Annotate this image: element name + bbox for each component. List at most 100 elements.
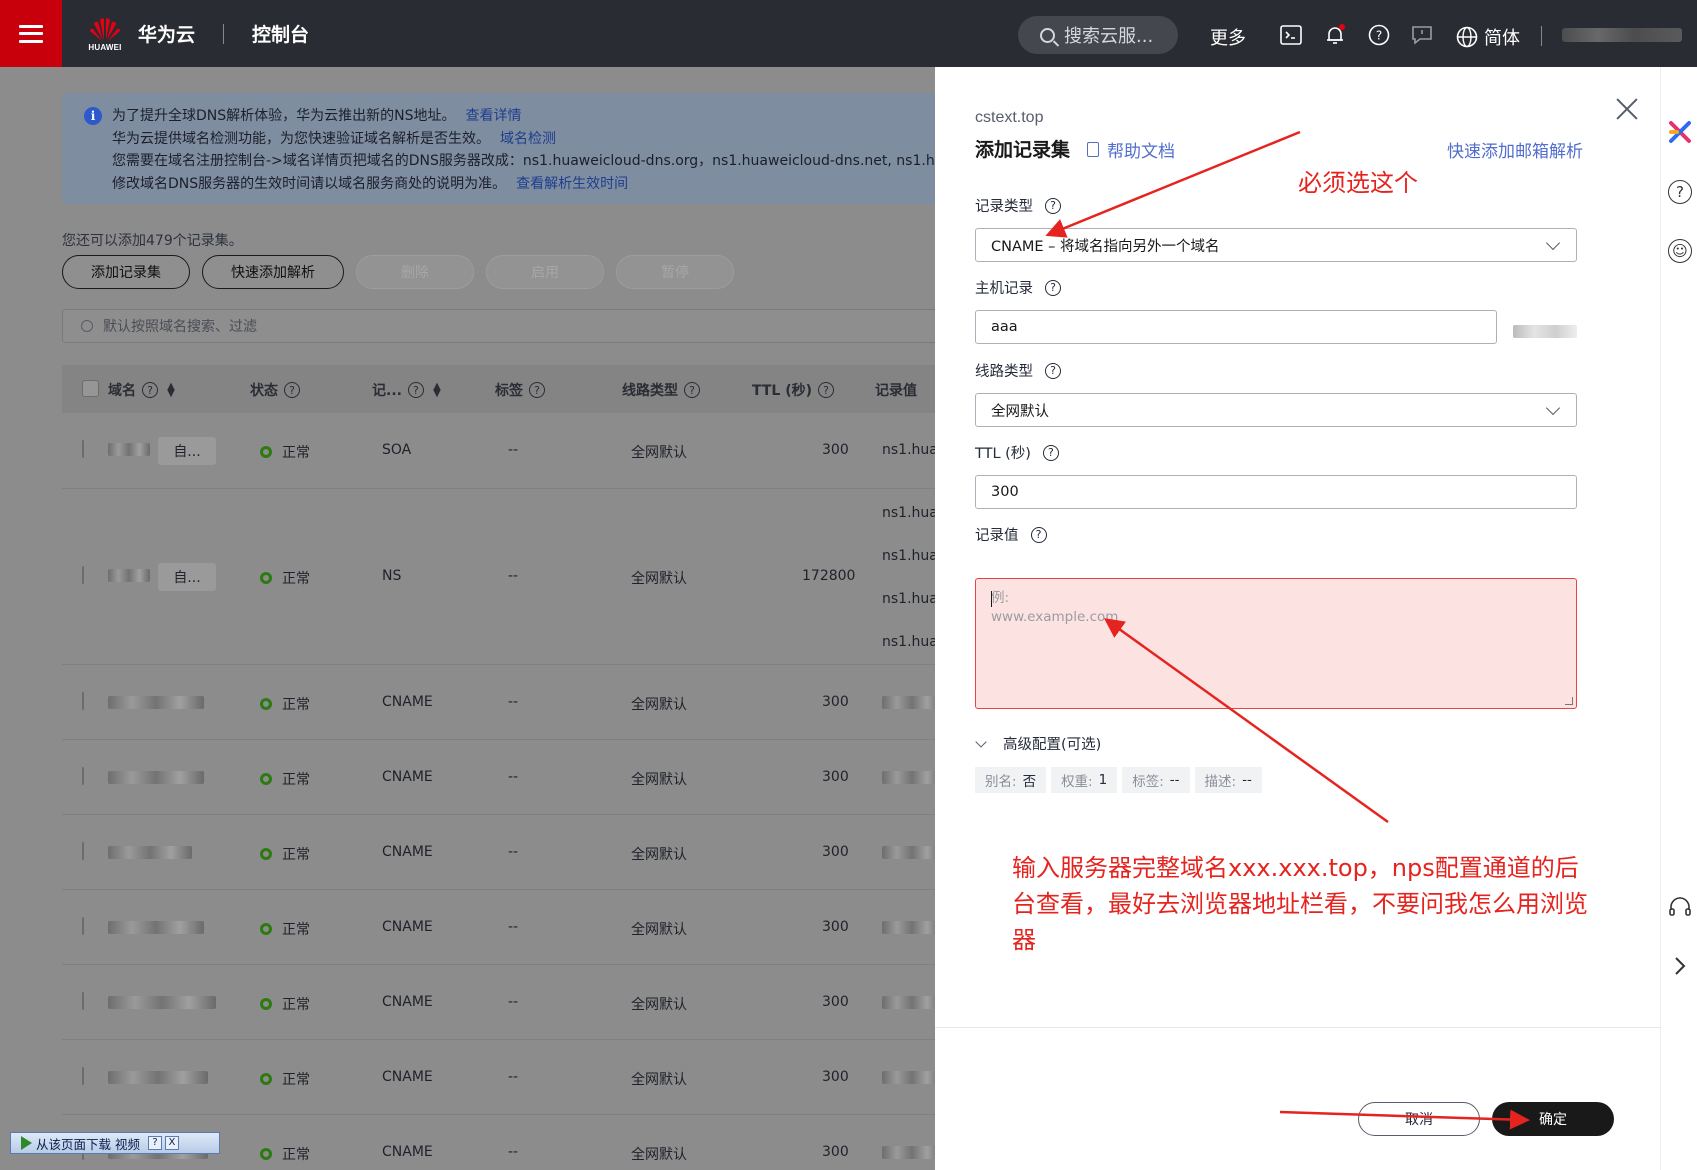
video-download-bar[interactable]: 从该页面下载 视频 ? X [10, 1132, 220, 1154]
chevron-right-icon[interactable] [1673, 955, 1687, 977]
row-checkbox[interactable] [82, 692, 84, 710]
tag-chip: 标签: -- [1122, 767, 1190, 793]
sort-icon[interactable]: ▲ ▼ [432, 382, 442, 399]
record-search-placeholder: 默认按照域名搜索、过滤 [103, 319, 257, 335]
placeholder-line-1: 例: [991, 590, 1010, 606]
logo-text: HUAWEI [88, 42, 122, 52]
top-nav-bar: HUAWEI 华为云 控制台 搜索云服... 更多 ? 简体 [0, 0, 1697, 67]
select-all-checkbox[interactable] [82, 380, 99, 397]
add-record-set-button[interactable]: 添加记录集 [62, 255, 190, 289]
row-checkbox[interactable] [82, 566, 84, 584]
quick-add-mail-link[interactable]: 快速添加邮箱解析 [1447, 137, 1583, 162]
download-help-icon[interactable]: ? [147, 1136, 162, 1150]
table-row[interactable]: 正常 CNAME -- 全网默认 300 [62, 965, 935, 1040]
pause-button[interactable]: 暂停 [616, 255, 734, 289]
help-icon[interactable]: ? [1368, 24, 1390, 46]
table-row[interactable]: 正常 CNAME -- 全网默认 300 [62, 665, 935, 740]
brand-name[interactable]: 华为云 [138, 20, 195, 47]
effective-time-link[interactable]: 查看解析生效时间 [516, 176, 628, 192]
record-type-select[interactable]: CNAME – 将域名指向另外一个域名 [975, 228, 1577, 262]
huawei-logo[interactable]: HUAWEI [86, 16, 124, 52]
domain-name-blurred[interactable] [108, 443, 150, 460]
domain-name-blurred[interactable] [108, 996, 216, 1013]
help-icon[interactable]: ? [1030, 526, 1047, 543]
help-doc-link[interactable]: 帮助文档 [1087, 137, 1175, 162]
help-icon[interactable]: ? [1045, 279, 1061, 296]
col-domain[interactable]: 域名? ▲ ▼ [108, 380, 176, 400]
domain-name-blurred[interactable] [108, 921, 204, 938]
record-value-textarea[interactable]: 例: www.example.com [975, 578, 1577, 709]
close-icon[interactable] [1615, 97, 1639, 121]
table-row[interactable]: 正常 CNAME -- 全网默认 300 [62, 740, 935, 815]
svg-text:?: ? [1376, 29, 1382, 43]
user-account-menu[interactable] [1562, 28, 1682, 42]
table-row[interactable]: 正常 CNAME -- 全网默认 300 [62, 815, 935, 890]
record-type: CNAME [382, 1069, 433, 1085]
advanced-config-toggle[interactable]: 高级配置(可选) [975, 733, 1101, 754]
record-value-label: 记录值? [975, 524, 1047, 545]
menu-button[interactable] [0, 0, 62, 67]
help-icon[interactable]: ? [1045, 197, 1061, 214]
domain-name-blurred[interactable] [108, 569, 150, 586]
col-record-type[interactable]: 记...? ▲ ▼ [372, 380, 442, 400]
table-row[interactable]: 正常 CNAME -- 全网默认 300 [62, 1040, 935, 1115]
view-details-link[interactable]: 查看详情 [466, 108, 522, 124]
description-chip: 描述: -- [1194, 767, 1262, 793]
col-status: 状态? [250, 380, 300, 400]
domain-name-blurred[interactable] [108, 846, 192, 863]
host-record-label: 主机记录? [975, 277, 1061, 298]
row-checkbox[interactable] [82, 767, 84, 785]
enable-button[interactable]: 启用 [486, 255, 604, 289]
alias-chip: 别名: 否 [975, 767, 1047, 793]
sort-icon[interactable]: ▲ ▼ [166, 382, 176, 399]
feedback-icon[interactable] [1411, 24, 1433, 46]
domain-name-blurred[interactable] [108, 1071, 208, 1088]
global-search[interactable]: 搜索云服... [1018, 16, 1178, 54]
confirm-button[interactable]: 确定 [1492, 1102, 1614, 1136]
help-icon[interactable]: ? [1045, 362, 1061, 379]
tags-value: -- [508, 769, 519, 785]
row-checkbox[interactable] [82, 992, 84, 1010]
terminal-icon[interactable] [1280, 24, 1302, 46]
domain-name-blurred[interactable] [108, 771, 204, 788]
record-search-input[interactable]: 默认按照域名搜索、过滤 [62, 309, 935, 343]
help-icon[interactable]: ? [1042, 444, 1059, 461]
record-value: ns1.hua [882, 548, 935, 564]
record-type-label: 记录类型? [975, 195, 1061, 216]
ttl-input[interactable]: 300 [975, 475, 1577, 509]
line-value: 全网默认 [631, 1147, 687, 1163]
ai-assistant-icon[interactable] [1667, 119, 1693, 145]
domain-check-link[interactable]: 域名检测 [500, 131, 556, 147]
record-value-blurred [882, 771, 935, 788]
table-row[interactable]: 自... 正常 NS -- 全网默认 172800 ns1.hua ns1.hu… [62, 489, 935, 665]
help-icon: ? [529, 382, 545, 398]
status-badge: 正常 [260, 1144, 310, 1164]
delete-button[interactable]: 删除 [356, 255, 474, 289]
search-icon [81, 320, 93, 332]
row-checkbox[interactable] [82, 917, 84, 935]
quick-add-button[interactable]: 快速添加解析 [202, 255, 344, 289]
download-close-icon[interactable]: X [164, 1136, 179, 1150]
row-checkbox[interactable] [82, 842, 84, 860]
more-menu[interactable]: 更多 [1210, 24, 1246, 50]
annotation-must-select: 必须选这个 [1298, 169, 1418, 197]
line-type-select[interactable]: 全网默认 [975, 393, 1577, 427]
status-badge: 正常 [260, 844, 310, 864]
row-checkbox[interactable] [82, 1067, 84, 1085]
domain-tag-chip: 自... [158, 563, 216, 591]
table-row[interactable]: 自... 正常 SOA -- 全网默认 300 ns1.hua [62, 413, 935, 489]
language-switch[interactable]: 简体 [1456, 24, 1520, 50]
table-row[interactable]: 正常 CNAME -- 全网默认 300 [62, 890, 935, 965]
bell-icon[interactable] [1324, 24, 1346, 46]
domain-name-blurred[interactable] [108, 696, 204, 713]
cancel-button[interactable]: 取消 [1358, 1102, 1480, 1136]
help-icon[interactable]: ? [1668, 180, 1692, 204]
row-checkbox[interactable] [82, 440, 84, 458]
smiley-icon[interactable]: ☺ [1668, 239, 1692, 263]
headset-icon[interactable] [1667, 895, 1693, 921]
resize-handle[interactable] [1565, 697, 1573, 705]
status-badge: 正常 [260, 994, 310, 1014]
host-record-input[interactable]: aaa [975, 310, 1497, 344]
console-link[interactable]: 控制台 [252, 20, 309, 47]
line-value: 全网默认 [631, 847, 687, 863]
